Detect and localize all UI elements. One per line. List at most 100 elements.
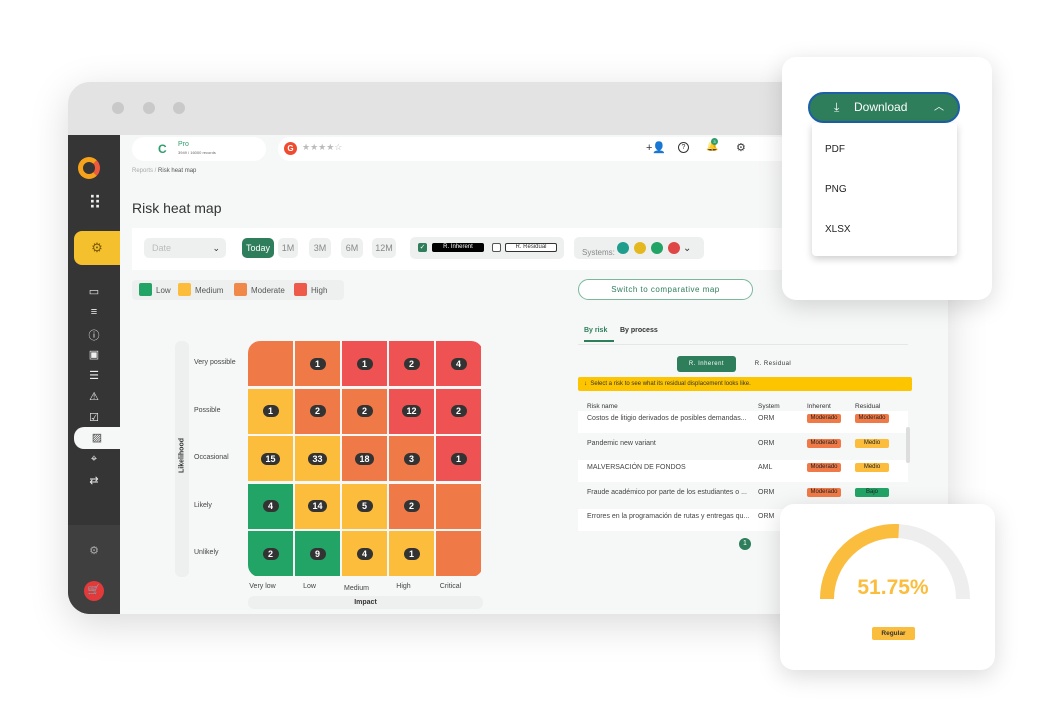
pagination-page-1[interactable]: 1 [739,538,751,550]
warning-icon[interactable]: ⚠ [68,390,120,403]
legend: Low Medium Moderate High [132,280,344,300]
heatmap-cell[interactable]: 18 [342,436,387,481]
menu-item-xlsx[interactable]: XLSX [825,224,851,235]
heatmap-cell[interactable]: 2 [436,388,481,434]
sliders-icon[interactable]: ☰ [68,369,120,382]
heatmap-cell[interactable]: 1 [295,341,340,386]
system-aml-icon[interactable] [668,242,680,254]
risk-name: MALVERSACIÓN DE FONDOS [587,464,686,471]
heatmap-cell[interactable]: 4 [436,341,481,386]
cell-count: 1 [450,452,467,465]
heatmap-cell[interactable]: 14 [295,483,340,529]
heatmap-cell[interactable]: 9 [295,531,340,576]
residual-badge: Medio [855,438,889,448]
window-dot[interactable] [173,102,185,114]
heatmap-cell[interactable] [436,531,481,576]
heatmap-cell[interactable]: 1 [389,531,434,576]
heatmap-cell[interactable]: 2 [389,483,434,529]
heatmap-cell[interactable]: 4 [248,483,293,529]
cell-count: 1 [356,357,373,370]
tab-by-process[interactable]: By process [620,327,658,334]
cell-count: 9 [309,547,326,560]
legend-moderate: Moderate [251,286,285,295]
system-check-icon[interactable] [651,242,663,254]
heatmap-cell[interactable]: 2 [248,531,293,576]
date-select[interactable]: Date ⌄ [144,238,226,258]
heatmap-cell[interactable]: 1 [436,436,481,481]
toggle-inherent[interactable]: R. Inherent [677,356,736,372]
checklist-icon[interactable]: ☑ [68,411,120,424]
inherent-label[interactable]: R. Inherent [432,243,484,252]
heatmap-cell[interactable] [436,483,481,529]
switch-comparative-map-button[interactable]: Switch to comparative map [578,279,753,300]
window-dot[interactable] [112,102,124,114]
risk-system: AML [758,464,773,471]
chevron-up-icon: ︿ [934,102,944,113]
heatmap-cell[interactable]: 3 [389,436,434,481]
table-row[interactable]: MALVERSACIÓN DE FONDOS AML Moderado Medio [578,460,908,482]
heatmap-cell[interactable]: 2 [342,388,387,434]
heatmap-cell[interactable] [248,341,293,386]
inherent-checkbox[interactable]: ✓ [418,243,427,252]
crosshair-icon[interactable]: ⌖ [68,453,120,466]
heatmap-cell[interactable]: 2 [295,388,340,434]
menu-item-pdf[interactable]: PDF [825,144,845,155]
toggle-residual[interactable]: R. Residual [748,356,798,372]
hint-text: Select a risk to see what its residual d… [590,381,751,387]
breadcrumb-reports[interactable]: Reports [132,168,153,174]
support-icon[interactable]: ⚙ [68,544,120,557]
help-icon[interactable]: ? [678,142,689,153]
heatmap-cell[interactable]: 2 [389,341,434,386]
heatmap-cell[interactable]: 33 [295,436,340,481]
heatmap-cell[interactable]: 15 [248,436,293,481]
menu-item-png[interactable]: PNG [825,184,847,195]
cart-icon[interactable]: 🛒 [84,581,104,601]
residual-checkbox[interactable] [492,243,501,252]
legend-swatch-medium [178,283,191,296]
heatmap-cell[interactable]: 1 [342,341,387,386]
records-count: 3949 / 16000 records [178,150,216,155]
cell-count: 15 [261,452,280,465]
system-orm-icon[interactable] [617,242,629,254]
heatmap-cell[interactable]: 1 [248,388,293,434]
period-1m[interactable]: 1M [278,238,298,258]
system-settings-icon[interactable] [634,242,646,254]
systems-filter[interactable]: Systems: ⌄ [574,237,704,259]
sidebar-item-settings-active[interactable]: ⚙ [74,231,120,265]
alert-circle-icon[interactable]: ⓘ [68,327,120,343]
cell-count: 4 [262,500,279,512]
heatmap-cell[interactable]: 5 [342,483,387,529]
period-today[interactable]: Today [242,238,274,258]
list-icon[interactable]: ≡ [68,306,120,318]
breadcrumb-current: Risk heat map [158,168,197,174]
compare-icon[interactable]: ⇄ [68,474,120,487]
residual-badge: Bajo [855,487,889,497]
y-tick-label: Possible [194,406,221,414]
download-menu: PDF PNG XLSX [812,123,957,256]
heatmap-cell[interactable]: 12 [389,388,434,434]
period-6m[interactable]: 6M [341,238,363,258]
table-scrollbar[interactable] [906,427,910,463]
apps-grid-icon[interactable]: ⠿ [68,193,120,214]
gear-icon[interactable]: ⚙ [736,141,746,154]
download-button[interactable]: ⤓ Download ︿ [808,92,960,123]
legend-swatch-high [294,283,307,296]
notification-badge: 3 [711,138,718,145]
cell-count: 12 [402,405,421,417]
download-icon: ⤓ [834,100,840,114]
monitor-icon[interactable]: ▭ [68,285,120,298]
residual-label[interactable]: R. Residual [505,243,557,252]
heatmap-cell[interactable]: 4 [342,531,387,576]
plan-widget[interactable]: C Pro 3949 / 16000 records [132,137,266,161]
window-dot[interactable] [143,102,155,114]
table-row[interactable]: Costos de litigio derivados de posibles … [578,411,908,433]
calendar-chart-icon[interactable]: ▣ [68,348,120,361]
period-3m[interactable]: 3M [309,238,331,258]
sidebar-item-reports-active[interactable]: ▨ [74,427,120,449]
period-12m[interactable]: 12M [372,238,396,258]
rating-stars[interactable]: ★★★★☆ [302,142,342,153]
chevron-down-icon: ⌄ [212,243,220,253]
table-row[interactable]: Pandemic new variant ORM Moderado Medio [578,435,908,458]
tab-by-risk[interactable]: By risk [584,327,614,342]
add-user-icon[interactable]: +👤 [646,141,666,154]
